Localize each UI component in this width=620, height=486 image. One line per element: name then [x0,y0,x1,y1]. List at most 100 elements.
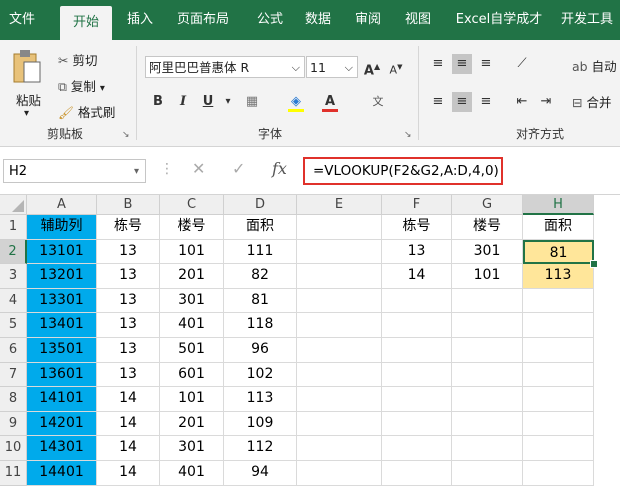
row-header-2[interactable]: 2 [0,239,27,265]
align-right-icon[interactable]: ≡ [476,92,496,112]
tab-2[interactable]: 插入 [120,0,160,40]
phonetic-icon[interactable]: 文 [368,92,388,112]
cell-h1[interactable]: 面积 [523,215,594,240]
italic-button[interactable]: I [173,92,193,112]
cell-d9[interactable]: 109 [224,411,297,437]
cell-h5[interactable] [523,313,594,338]
cell-h7[interactable] [523,362,594,388]
cell-b7[interactable]: 13 [97,362,160,388]
tab-7[interactable]: 视图 [396,0,440,40]
cell-h3[interactable]: 113 [523,264,594,289]
cell-e10[interactable] [297,436,382,461]
cell-c8[interactable]: 101 [160,387,224,412]
cell-h9[interactable] [523,411,594,437]
column-header-h[interactable]: H [523,195,594,215]
cell-c6[interactable]: 501 [160,338,224,363]
cell-e5[interactable] [297,313,382,338]
cell-g4[interactable] [452,288,523,314]
cell-a7[interactable]: 13601 [27,362,97,388]
cell-d5[interactable]: 118 [224,313,297,338]
font-launcher-icon[interactable]: ↘ [404,130,412,140]
cell-d4[interactable]: 81 [224,288,297,314]
tab-5[interactable]: 数据 [296,0,340,40]
row-header-11[interactable]: 11 [0,461,27,486]
cell-d1[interactable]: 面积 [224,215,297,240]
cell-g2[interactable]: 301 [452,239,523,265]
align-left-icon[interactable]: ≡ [428,92,448,112]
cell-a11[interactable]: 14401 [27,461,97,486]
cell-h10[interactable] [523,436,594,461]
cell-d11[interactable]: 94 [224,461,297,486]
cell-d2[interactable]: 111 [224,239,297,265]
cell-a10[interactable]: 14301 [27,436,97,461]
select-all-corner[interactable] [0,195,27,215]
cell-f6[interactable] [382,338,452,363]
column-header-d[interactable]: D [224,195,297,215]
cell-b3[interactable]: 13 [97,264,160,289]
cell-c11[interactable]: 401 [160,461,224,486]
cell-g8[interactable] [452,387,523,412]
cell-b6[interactable]: 13 [97,338,160,363]
align-bottom-icon[interactable]: ≡ [476,54,496,74]
cell-c9[interactable]: 201 [160,411,224,437]
row-header-4[interactable]: 4 [0,288,27,314]
row-header-5[interactable]: 5 [0,313,27,338]
cell-b2[interactable]: 13 [97,239,160,265]
row-header-8[interactable]: 8 [0,387,27,412]
cell-a4[interactable]: 13301 [27,288,97,314]
copy-button[interactable]: ⧉ 复制 ▾ [58,76,105,95]
cell-c4[interactable]: 301 [160,288,224,314]
cell-h6[interactable] [523,338,594,363]
cell-g1[interactable]: 楼号 [452,215,523,240]
tab-4[interactable]: 公式 [248,0,292,40]
font-size-select[interactable]: 11 ⌵ [306,56,358,78]
column-header-c[interactable]: C [160,195,224,215]
enter-icon[interactable]: ✓ [232,159,245,178]
cell-e3[interactable] [297,264,382,289]
cell-b9[interactable]: 14 [97,411,160,437]
cell-g5[interactable] [452,313,523,338]
cell-c1[interactable]: 楼号 [160,215,224,240]
cell-f1[interactable]: 栋号 [382,215,452,240]
cell-c3[interactable]: 201 [160,264,224,289]
paste-dropdown-icon[interactable]: ▾ [24,108,29,119]
cell-f10[interactable] [382,436,452,461]
cell-f7[interactable] [382,362,452,388]
cell-f4[interactable] [382,288,452,314]
paste-icon[interactable] [10,48,46,88]
cell-a8[interactable]: 14101 [27,387,97,412]
clipboard-launcher-icon[interactable]: ↘ [122,130,130,140]
cell-a3[interactable]: 13201 [27,264,97,289]
cell-h4[interactable] [523,288,594,314]
cell-c2[interactable]: 101 [160,239,224,265]
underline-dropdown-icon[interactable]: ▾ [218,92,238,112]
row-header-10[interactable]: 10 [0,436,27,461]
name-box[interactable]: H2 ▾ [3,159,146,183]
cell-c5[interactable]: 401 [160,313,224,338]
cell-h2[interactable]: 81 [523,239,594,265]
cell-a9[interactable]: 14201 [27,411,97,437]
cell-c10[interactable]: 301 [160,436,224,461]
shrink-font-button[interactable]: A▼ [386,57,406,77]
align-top-icon[interactable]: ≡ [428,54,448,74]
cell-f8[interactable] [382,387,452,412]
tab-3[interactable]: 页面布局 [168,0,238,40]
cell-e8[interactable] [297,387,382,412]
paste-button[interactable]: 粘贴 [16,90,41,109]
cell-f5[interactable] [382,313,452,338]
cell-h11[interactable] [523,461,594,486]
align-center-icon[interactable]: ≡ [452,92,472,112]
cell-g11[interactable] [452,461,523,486]
fill-color-button[interactable]: ◈ [286,92,306,112]
column-header-f[interactable]: F [382,195,452,215]
cell-b10[interactable]: 14 [97,436,160,461]
cell-e9[interactable] [297,411,382,437]
cell-g7[interactable] [452,362,523,388]
tab-0[interactable]: 文件 [0,0,44,40]
cell-h8[interactable] [523,387,594,412]
cell-e4[interactable] [297,288,382,314]
cell-a2[interactable]: 13101 [27,239,97,265]
formula-input[interactable]: =VLOOKUP(F2&G2,A:D,4,0) [303,157,503,185]
cell-d8[interactable]: 113 [224,387,297,412]
cell-a1[interactable]: 辅助列 [27,215,97,240]
